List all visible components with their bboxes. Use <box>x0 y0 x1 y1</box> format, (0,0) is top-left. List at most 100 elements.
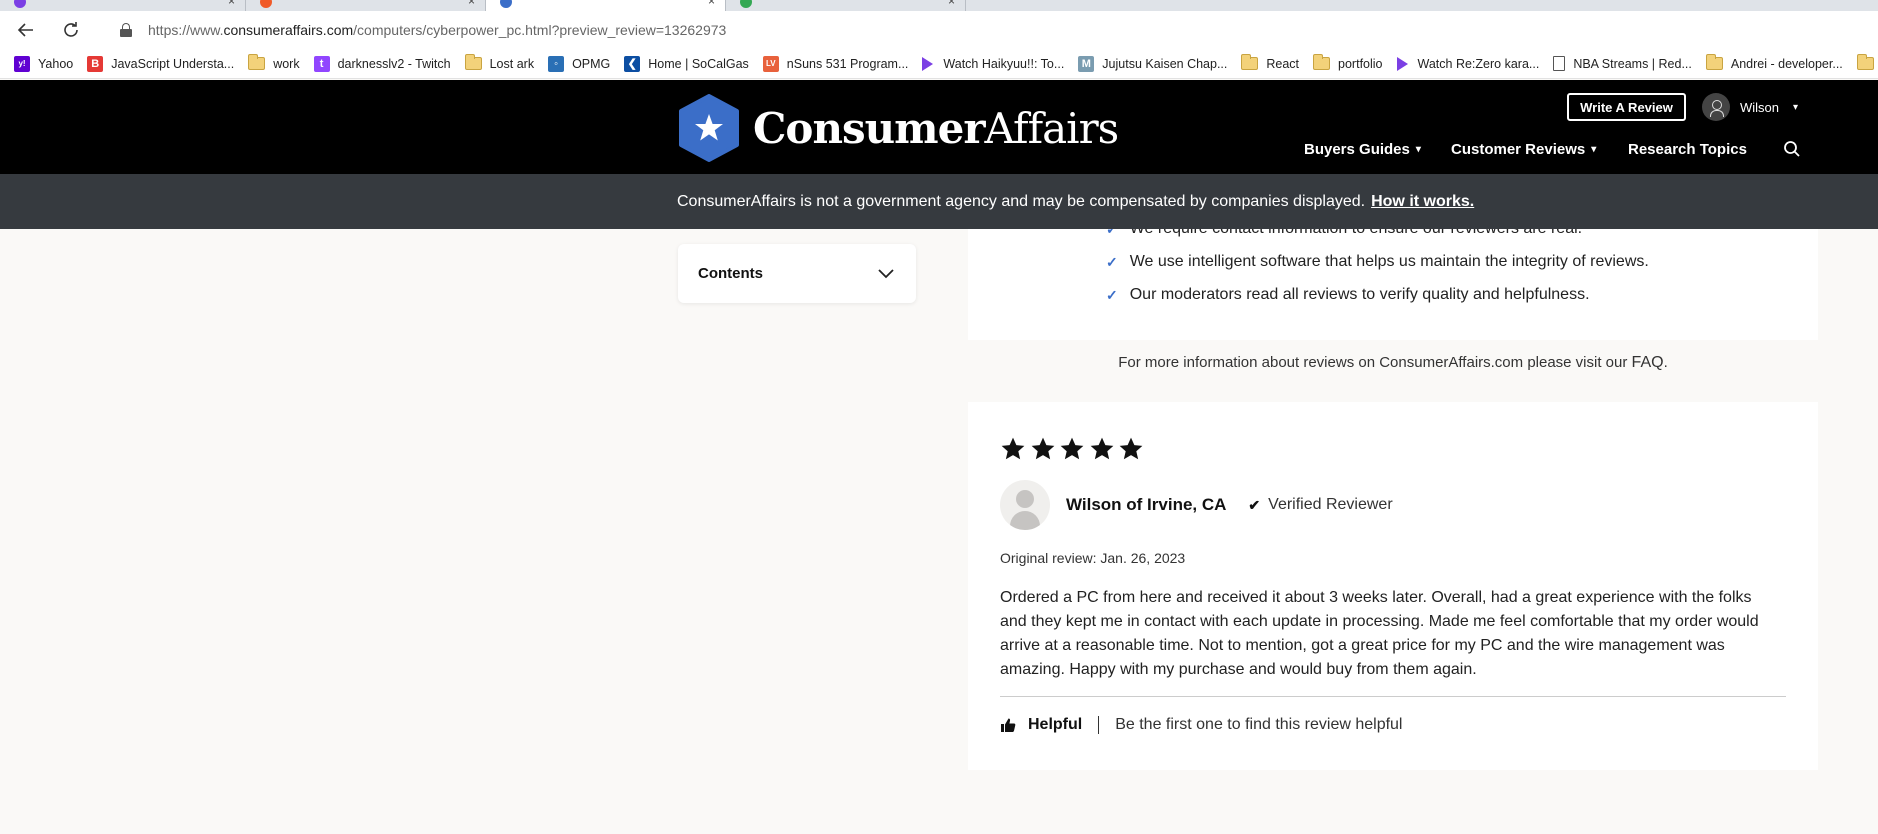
folder-icon <box>1241 54 1259 70</box>
bookmark-label: Lost ark <box>489 56 535 71</box>
verified-label: Verified Reviewer <box>1268 496 1393 513</box>
bookmark-label: nSuns 531 Program... <box>786 56 909 71</box>
play-icon <box>922 56 934 71</box>
bookmark-item[interactable]: Watch Haikyuu!!: To... <box>922 56 1065 71</box>
folder-icon <box>1705 54 1723 70</box>
url-field[interactable]: https://www.consumeraffairs.com/computer… <box>100 15 1878 45</box>
star-icon <box>1031 437 1054 460</box>
chevron-down-icon: ▾ <box>1415 144 1421 155</box>
opmg-icon: ◦ <box>548 55 565 72</box>
contents-label: Contents <box>698 265 763 282</box>
nav-label: Buyers Guides <box>1304 141 1410 158</box>
folder-icon <box>248 54 266 70</box>
verified-reviewer-badge: ✔ Verified Reviewer <box>1248 496 1392 514</box>
helpful-button[interactable]: Helpful <box>1000 716 1082 734</box>
review-verification-panel: ✓ We require contact information to ensur… <box>968 229 1818 340</box>
tab-favicon-icon <box>500 0 512 8</box>
tab-close-icon[interactable]: × <box>468 0 475 8</box>
bookmark-item[interactable]: B JavaScript Understa... <box>87 55 234 72</box>
blogger-icon: B <box>87 55 104 72</box>
bookmark-label: Jujutsu Kaisen Chap... <box>1102 56 1228 71</box>
document-icon <box>1553 56 1566 71</box>
bookmark-label: darknesslv2 - Twitch <box>337 56 451 71</box>
faq-link[interactable]: FAQ <box>1632 354 1664 371</box>
browser-tab[interactable]: × <box>0 0 246 11</box>
twitch-icon: t <box>313 55 330 72</box>
socalgas-icon: ❮ <box>624 55 641 72</box>
bookmark-label: NBA Streams | Red... <box>1573 56 1692 71</box>
yahoo-icon: y! <box>14 55 30 72</box>
tab-favicon-icon <box>740 0 752 8</box>
helpful-note: Be the first one to find this review hel… <box>1115 716 1403 733</box>
reload-button[interactable] <box>59 18 83 42</box>
bookmark-item[interactable]: LV nSuns 531 Program... <box>762 55 909 72</box>
separator <box>1098 716 1100 734</box>
lock-icon[interactable] <box>120 23 132 37</box>
bookmark-item[interactable]: ❮ Home | SoCalGas <box>624 55 749 72</box>
bookmark-label: work <box>273 56 300 71</box>
nav-buyers-guides[interactable]: Buyers Guides ▾ <box>1304 141 1421 158</box>
reviewer-name: Wilson of Irvine, CA <box>1066 495 1227 514</box>
consumeraffairs-logo[interactable]: ConsumerAffairs <box>677 94 1119 162</box>
tab-close-icon[interactable]: × <box>948 0 955 8</box>
bookmark-item[interactable]: y! Yahoo <box>14 55 74 72</box>
bookmark-label: Andrei - developer... <box>1730 56 1843 71</box>
bookmark-label: React <box>1266 56 1300 71</box>
liftvault-icon: LV <box>762 55 779 72</box>
nav-customer-reviews[interactable]: Customer Reviews ▾ <box>1451 141 1596 158</box>
bookmark-label: Yahoo <box>38 56 74 71</box>
search-icon[interactable] <box>1783 140 1801 158</box>
chevron-down-icon: ▾ <box>1793 101 1799 113</box>
check-text: We use intelligent software that helps u… <box>1129 253 1649 270</box>
bookmark-item[interactable]: portfolio <box>1313 54 1383 71</box>
how-it-works-link[interactable]: How it works. <box>1371 193 1474 211</box>
bookmark-item[interactable]: Andrei - developer... <box>1705 54 1843 71</box>
bookmark-item[interactable]: Watch Re:Zero kara... <box>1396 56 1539 71</box>
bookmark-item[interactable]: ◦ OPMG <box>548 55 610 72</box>
logo-wordmark: ConsumerAffairs <box>753 103 1119 153</box>
contents-dropdown[interactable]: Contents <box>678 244 916 303</box>
star-rating <box>1000 436 1148 462</box>
bookmark-item[interactable]: NBA Streams | Red... <box>1553 56 1692 71</box>
bookmark-item[interactable]: work <box>248 54 300 71</box>
tab-close-icon[interactable]: × <box>708 0 715 8</box>
user-name: Wilson <box>1740 99 1780 115</box>
write-review-button[interactable]: Write A Review <box>1567 93 1686 121</box>
tab-favicon-icon <box>260 0 272 8</box>
chevron-down-icon: ▾ <box>1591 144 1597 155</box>
user-menu[interactable]: Wilson ▾ <box>1702 93 1798 121</box>
bookmark-item[interactable]: t darknesslv2 - Twitch <box>313 55 451 72</box>
bookmark-item[interactable]: Lost ark <box>464 54 535 71</box>
checkmark-icon: ✓ <box>1106 229 1118 238</box>
star-icon <box>1090 437 1113 460</box>
bookmark-item[interactable]: React <box>1241 54 1300 71</box>
check-item: ✓ We require contact information to ensur… <box>1106 229 1582 238</box>
disclaimer-banner: ConsumerAffairs is not a government agen… <box>0 174 1878 229</box>
bookmark-label: portfolio <box>1338 56 1383 71</box>
browser-tab-active[interactable]: × <box>486 0 726 11</box>
nav-research-topics[interactable]: Research Topics <box>1628 141 1747 158</box>
original-review-date: Original review: Jan. 26, 2023 <box>1000 550 1186 566</box>
site-header: ConsumerAffairs Write A Review Wilson ▾ … <box>0 80 1878 174</box>
star-hexagon-logo-icon <box>679 94 739 162</box>
bookmarks-bar: y! Yahoo B JavaScript Understa... work t darkn… <box>0 49 1878 79</box>
back-button[interactable] <box>14 18 38 42</box>
faq-end: . <box>1663 354 1668 371</box>
play-icon <box>1396 56 1408 71</box>
nav-label: Customer Reviews <box>1451 141 1586 158</box>
check-item: ✓ We use intelligent software that helps … <box>1106 253 1649 271</box>
checkmark-icon: ✔ <box>1248 496 1261 513</box>
bookmark-item[interactable]: WFH <box>1856 54 1878 71</box>
browser-tab[interactable]: × <box>726 0 966 11</box>
bookmark-label: Home | SoCalGas <box>648 56 749 71</box>
helpful-row: Helpful Be the first one to find this re… <box>1000 716 1402 734</box>
browser-tab[interactable]: × <box>246 0 486 11</box>
bookmark-item[interactable]: M Jujutsu Kaisen Chap... <box>1078 55 1228 72</box>
bookmark-label: Watch Haikyuu!!: To... <box>943 56 1065 71</box>
manga-icon: M <box>1078 55 1095 72</box>
reload-icon <box>64 22 78 37</box>
review-text: Ordered a PC from here and received it a… <box>1000 589 1759 678</box>
tab-strip: × × × × <box>0 0 1878 11</box>
tab-close-icon[interactable]: × <box>228 0 235 8</box>
back-arrow-icon <box>17 23 33 37</box>
